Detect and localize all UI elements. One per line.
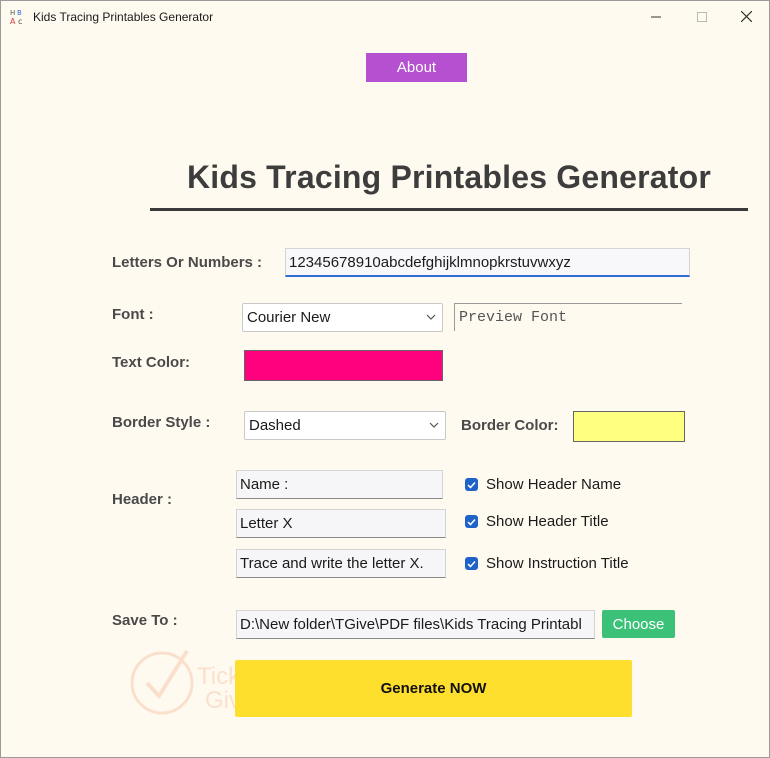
show-instruction-title-label: Show Instruction Title <box>486 555 629 572</box>
chevron-down-icon <box>426 314 436 320</box>
border-color-label: Border Color: <box>461 417 559 434</box>
show-header-name-checkbox[interactable]: Show Header Name <box>465 476 621 493</box>
header-label: Header : <box>112 491 173 508</box>
title-underline <box>150 208 748 211</box>
close-icon <box>740 11 752 22</box>
window-title: Kids Tracing Printables Generator <box>33 10 214 24</box>
maximize-icon <box>697 11 707 22</box>
show-header-title-checkbox[interactable]: Show Header Title <box>465 513 609 530</box>
minimize-button[interactable] <box>633 1 679 32</box>
header-title-input[interactable]: Letter X <box>236 509 446 538</box>
letters-input[interactable]: 12345678910abcdefghijklmnopkrstuvwxyz <box>285 248 690 277</box>
checkmark-icon <box>465 557 478 570</box>
svg-text:H: H <box>10 9 15 17</box>
text-color-swatch[interactable] <box>244 350 443 381</box>
chevron-down-icon <box>429 422 439 428</box>
minimize-icon <box>651 16 661 17</box>
border-style-select[interactable]: Dashed <box>244 411 446 440</box>
checkmark-icon <box>465 515 478 528</box>
show-header-title-label: Show Header Title <box>486 513 609 530</box>
about-button[interactable]: About <box>366 53 467 82</box>
text-color-label: Text Color: <box>112 354 191 371</box>
letters-label: Letters Or Numbers : <box>112 254 263 271</box>
checkmark-icon <box>465 478 478 491</box>
save-path-input[interactable]: D:\New folder\TGive\PDF files\Kids Traci… <box>236 610 595 639</box>
border-style-label: Border Style : <box>112 414 211 431</box>
checkmark-circle-icon <box>130 649 194 715</box>
save-to-label: Save To : <box>112 612 178 629</box>
font-select[interactable]: Courier New <box>242 303 443 332</box>
abc-app-icon: H B A c <box>10 9 22 25</box>
svg-text:c: c <box>18 17 22 25</box>
show-instruction-title-checkbox[interactable]: Show Instruction Title <box>465 555 629 572</box>
border-style-value: Dashed <box>249 417 301 434</box>
show-header-name-label: Show Header Name <box>486 476 622 493</box>
svg-text:B: B <box>17 9 22 17</box>
border-color-swatch[interactable] <box>573 411 685 442</box>
choose-button[interactable]: Choose <box>602 610 675 638</box>
font-select-value: Courier New <box>247 309 331 326</box>
svg-text:A: A <box>10 17 16 25</box>
title-bar: H B A c Kids Tracing Printables Generato… <box>1 1 769 32</box>
generate-button[interactable]: Generate NOW <box>235 660 632 717</box>
header-name-input[interactable]: Name : <box>236 470 443 499</box>
close-button[interactable] <box>723 1 769 32</box>
maximize-button[interactable] <box>679 1 725 32</box>
font-preview: Preview Font <box>454 303 682 331</box>
page-title: Kids Tracing Printables Generator <box>186 159 712 195</box>
instruction-input[interactable]: Trace and write the letter X. <box>236 549 446 578</box>
font-label: Font : <box>112 306 154 323</box>
app-window: H B A c Kids Tracing Printables Generato… <box>0 0 770 758</box>
